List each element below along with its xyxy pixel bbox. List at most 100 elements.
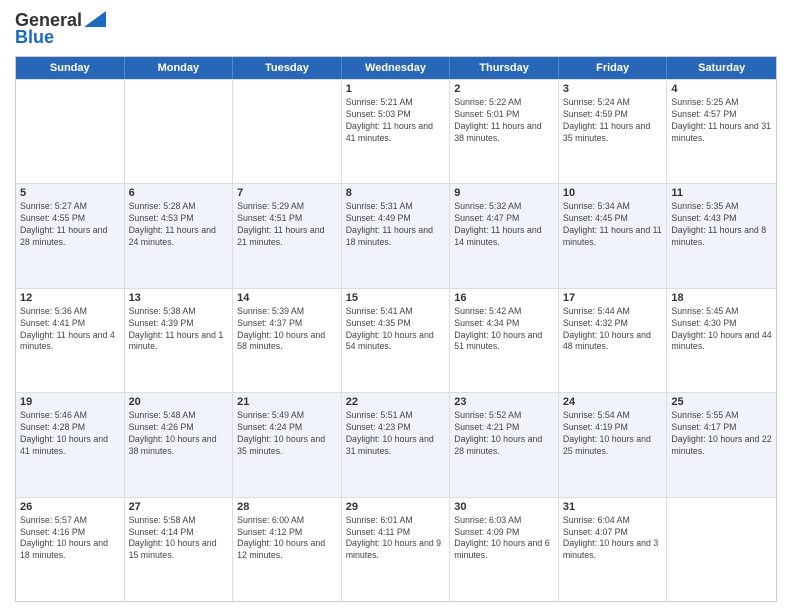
calendar-cell: 11Sunrise: 5:35 AM Sunset: 4:43 PM Dayli… — [667, 184, 776, 287]
day-number: 5 — [20, 187, 120, 199]
day-number: 22 — [346, 396, 446, 408]
calendar-cell — [233, 80, 342, 183]
cell-info: Sunrise: 5:36 AM Sunset: 4:41 PM Dayligh… — [20, 306, 120, 354]
day-number: 28 — [237, 501, 337, 513]
calendar-cell: 22 Sunrise: 5:51 AM Sunset: 4:23 PM Dayli… — [342, 393, 451, 496]
cell-info: Sunrise: 5:49 AM Sunset: 4:24 PM Dayligh… — [237, 410, 337, 458]
calendar-cell: 19 Sunrise: 5:46 AM Sunset: 4:28 PM Dayli… — [16, 393, 125, 496]
calendar-cell: 7 Sunrise: 5:29 AM Sunset: 4:51 PM Daylig… — [233, 184, 342, 287]
header-day-sunday: Sunday — [16, 57, 125, 79]
logo-blue-text: Blue — [15, 27, 54, 48]
day-number: 2 — [454, 83, 554, 95]
cell-info: Sunrise: 6:01 AM Sunset: 4:11 PM Dayligh… — [346, 515, 446, 563]
calendar-cell — [667, 498, 776, 601]
day-number: 6 — [129, 187, 229, 199]
logo-icon — [84, 11, 106, 27]
calendar-cell: 27 Sunrise: 5:58 AM Sunset: 4:14 PM Dayli… — [125, 498, 234, 601]
calendar-cell: 10 Sunrise: 5:34 AM Sunset: 4:45 PM Dayli… — [559, 184, 668, 287]
calendar-cell: 17Sunrise: 5:44 AM Sunset: 4:32 PM Dayli… — [559, 289, 668, 392]
day-number: 18 — [671, 292, 772, 304]
cell-info: Sunrise: 5:51 AM Sunset: 4:23 PM Dayligh… — [346, 410, 446, 458]
cell-info: Sunrise: 5:35 AM Sunset: 4:43 PM Dayligh… — [671, 201, 772, 249]
cell-info: Sunrise: 5:24 AM Sunset: 4:59 PM Dayligh… — [563, 97, 663, 145]
cell-info: Sunrise: 6:00 AM Sunset: 4:12 PM Dayligh… — [237, 515, 337, 563]
cell-info: Sunrise: 5:58 AM Sunset: 4:14 PM Dayligh… — [129, 515, 229, 563]
cell-info: Sunrise: 5:54 AM Sunset: 4:19 PM Dayligh… — [563, 410, 663, 458]
cell-info: Sunrise: 5:29 AM Sunset: 4:51 PM Dayligh… — [237, 201, 337, 249]
cell-info: Sunrise: 6:03 AM Sunset: 4:09 PM Dayligh… — [454, 515, 554, 563]
day-number: 29 — [346, 501, 446, 513]
cell-info: Sunrise: 5:46 AM Sunset: 4:28 PM Dayligh… — [20, 410, 120, 458]
cell-info: Sunrise: 5:42 AM Sunset: 4:34 PM Dayligh… — [454, 306, 554, 354]
cell-info: Sunrise: 5:57 AM Sunset: 4:16 PM Dayligh… — [20, 515, 120, 563]
calendar-cell: 18Sunrise: 5:45 AM Sunset: 4:30 PM Dayli… — [667, 289, 776, 392]
calendar-cell: 4Sunrise: 5:25 AM Sunset: 4:57 PM Daylig… — [667, 80, 776, 183]
calendar-cell — [125, 80, 234, 183]
cell-info: Sunrise: 5:25 AM Sunset: 4:57 PM Dayligh… — [671, 97, 772, 145]
day-number: 8 — [346, 187, 446, 199]
cell-info: Sunrise: 5:31 AM Sunset: 4:49 PM Dayligh… — [346, 201, 446, 249]
calendar-cell: 29 Sunrise: 6:01 AM Sunset: 4:11 PM Dayli… — [342, 498, 451, 601]
day-number: 24 — [563, 396, 663, 408]
calendar-header: SundayMondayTuesdayWednesdayThursdayFrid… — [16, 57, 776, 79]
cell-info: Sunrise: 6:04 AM Sunset: 4:07 PM Dayligh… — [563, 515, 663, 563]
day-number: 16 — [454, 292, 554, 304]
cell-info: Sunrise: 5:22 AM Sunset: 5:01 PM Dayligh… — [454, 97, 554, 145]
cell-info: Sunrise: 5:52 AM Sunset: 4:21 PM Dayligh… — [454, 410, 554, 458]
calendar-cell: 8 Sunrise: 5:31 AM Sunset: 4:49 PM Daylig… — [342, 184, 451, 287]
day-number: 23 — [454, 396, 554, 408]
header-day-monday: Monday — [125, 57, 234, 79]
calendar-cell: 6 Sunrise: 5:28 AM Sunset: 4:53 PM Daylig… — [125, 184, 234, 287]
calendar-cell: 26Sunrise: 5:57 AM Sunset: 4:16 PM Dayli… — [16, 498, 125, 601]
calendar-cell: 15Sunrise: 5:41 AM Sunset: 4:35 PM Dayli… — [342, 289, 451, 392]
cell-info: Sunrise: 5:41 AM Sunset: 4:35 PM Dayligh… — [346, 306, 446, 354]
calendar-cell: 21Sunrise: 5:49 AM Sunset: 4:24 PM Dayli… — [233, 393, 342, 496]
calendar-cell: 12 Sunrise: 5:36 AM Sunset: 4:41 PM Dayli… — [16, 289, 125, 392]
calendar-cell: 23 Sunrise: 5:52 AM Sunset: 4:21 PM Dayli… — [450, 393, 559, 496]
calendar-body: 1Sunrise: 5:21 AM Sunset: 5:03 PM Daylig… — [16, 79, 776, 601]
day-number: 1 — [346, 83, 446, 95]
calendar-cell: 20 Sunrise: 5:48 AM Sunset: 4:26 PM Dayli… — [125, 393, 234, 496]
day-number: 19 — [20, 396, 120, 408]
calendar-row-3: 12 Sunrise: 5:36 AM Sunset: 4:41 PM Dayli… — [16, 288, 776, 392]
cell-info: Sunrise: 5:28 AM Sunset: 4:53 PM Dayligh… — [129, 201, 229, 249]
calendar-cell: 3 Sunrise: 5:24 AM Sunset: 4:59 PM Daylig… — [559, 80, 668, 183]
calendar-cell: 30 Sunrise: 6:03 AM Sunset: 4:09 PM Dayli… — [450, 498, 559, 601]
day-number: 20 — [129, 396, 229, 408]
cell-info: Sunrise: 5:44 AM Sunset: 4:32 PM Dayligh… — [563, 306, 663, 354]
day-number: 9 — [454, 187, 554, 199]
header-day-tuesday: Tuesday — [233, 57, 342, 79]
calendar-cell: 14 Sunrise: 5:39 AM Sunset: 4:37 PM Dayli… — [233, 289, 342, 392]
day-number: 25 — [671, 396, 772, 408]
calendar-cell — [16, 80, 125, 183]
calendar-row-2: 5 Sunrise: 5:27 AM Sunset: 4:55 PM Daylig… — [16, 183, 776, 287]
calendar-row-1: 1Sunrise: 5:21 AM Sunset: 5:03 PM Daylig… — [16, 79, 776, 183]
calendar-page: General Blue SundayMondayTuesdayWednesda… — [0, 0, 792, 612]
cell-info: Sunrise: 5:55 AM Sunset: 4:17 PM Dayligh… — [671, 410, 772, 458]
calendar-cell: 13 Sunrise: 5:38 AM Sunset: 4:39 PM Dayli… — [125, 289, 234, 392]
cell-info: Sunrise: 5:39 AM Sunset: 4:37 PM Dayligh… — [237, 306, 337, 354]
day-number: 10 — [563, 187, 663, 199]
calendar-row-4: 19 Sunrise: 5:46 AM Sunset: 4:28 PM Dayli… — [16, 392, 776, 496]
cell-info: Sunrise: 5:38 AM Sunset: 4:39 PM Dayligh… — [129, 306, 229, 354]
day-number: 14 — [237, 292, 337, 304]
calendar-cell: 24 Sunrise: 5:54 AM Sunset: 4:19 PM Dayli… — [559, 393, 668, 496]
calendar-cell: 1Sunrise: 5:21 AM Sunset: 5:03 PM Daylig… — [342, 80, 451, 183]
header-day-wednesday: Wednesday — [342, 57, 451, 79]
day-number: 13 — [129, 292, 229, 304]
calendar-row-5: 26Sunrise: 5:57 AM Sunset: 4:16 PM Dayli… — [16, 497, 776, 601]
calendar-cell: 25 Sunrise: 5:55 AM Sunset: 4:17 PM Dayli… — [667, 393, 776, 496]
logo: General Blue — [15, 10, 106, 48]
header-day-thursday: Thursday — [450, 57, 559, 79]
day-number: 7 — [237, 187, 337, 199]
cell-info: Sunrise: 5:34 AM Sunset: 4:45 PM Dayligh… — [563, 201, 663, 249]
cell-info: Sunrise: 5:27 AM Sunset: 4:55 PM Dayligh… — [20, 201, 120, 249]
day-number: 3 — [563, 83, 663, 95]
day-number: 27 — [129, 501, 229, 513]
header-day-saturday: Saturday — [667, 57, 776, 79]
day-number: 12 — [20, 292, 120, 304]
cell-info: Sunrise: 5:48 AM Sunset: 4:26 PM Dayligh… — [129, 410, 229, 458]
day-number: 30 — [454, 501, 554, 513]
calendar-cell: 28 Sunrise: 6:00 AM Sunset: 4:12 PM Dayli… — [233, 498, 342, 601]
calendar-cell: 5 Sunrise: 5:27 AM Sunset: 4:55 PM Daylig… — [16, 184, 125, 287]
